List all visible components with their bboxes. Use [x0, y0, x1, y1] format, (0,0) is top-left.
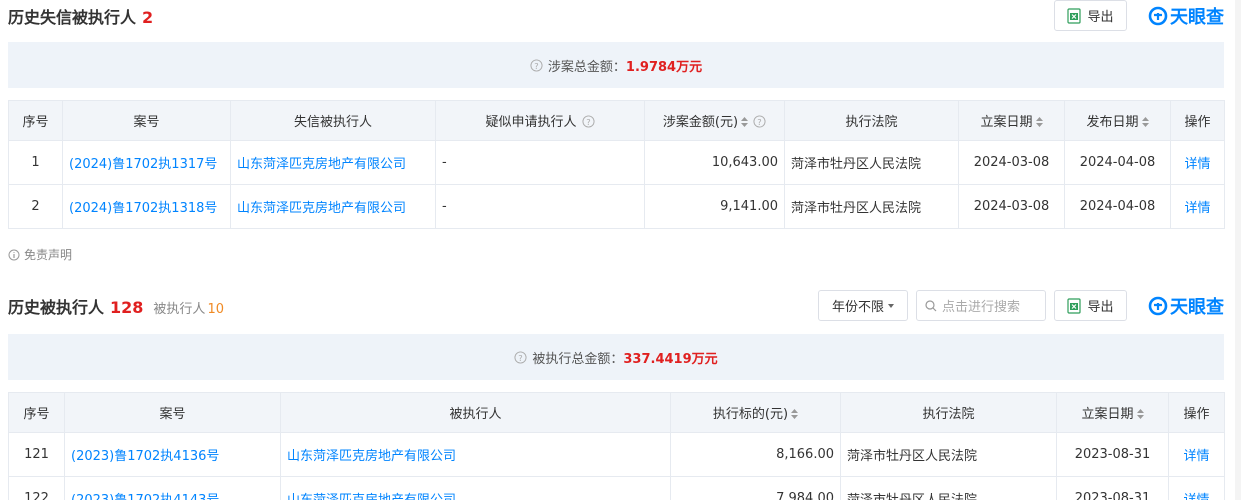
table-header-row: 序号 案号 被执行人 执行标的(元) 执行法院 立案日期 操作 — [8, 392, 1225, 433]
applicant: - — [435, 140, 645, 185]
case-no-link[interactable]: (2023)鲁1702执4136号 — [64, 432, 281, 477]
brand-icon — [1148, 6, 1168, 25]
col-court: 执行法院 — [784, 100, 959, 141]
dishonest-table: 序号 案号 失信被执行人 疑似申请执行人? 涉案金额(元)? 执行法院 立案日期… — [8, 100, 1225, 229]
case-no-link[interactable]: (2024)鲁1702执1317号 — [62, 140, 231, 185]
court: 菏泽市牡丹区人民法院 — [840, 476, 1057, 500]
col-case-no: 案号 — [62, 100, 231, 141]
section-count: 2 — [142, 8, 154, 27]
detail-link[interactable]: 详情 — [1168, 432, 1225, 477]
publish-date: 2024-04-08 — [1064, 140, 1171, 185]
sub-count-label: 被执行人 10 — [153, 302, 224, 317]
filed-date: 2024-03-08 — [958, 184, 1065, 229]
filed-date: 2024-03-08 — [958, 140, 1065, 185]
brand-logo: 天眼查 — [1148, 290, 1224, 321]
svg-text:?: ? — [586, 117, 590, 127]
dishonest-header: 历史失信被执行人 2 导出 天眼查 — [8, 0, 1224, 32]
executed-header: 历史被执行人 128 被执行人 10 年份不限 点击进行搜索 导出 天眼查 — [8, 290, 1224, 322]
search-input[interactable]: 点击进行搜索 — [916, 290, 1046, 321]
question-icon: ? — [514, 350, 527, 364]
table-row: 122 (2023)鲁1702执4143号 山东菏泽匹克房地产有限公司 7,98… — [8, 476, 1225, 500]
amount: 7,984.00 — [670, 476, 841, 500]
total-amount-bar: ? 被执行总金额： 337.4419万元 — [8, 334, 1224, 380]
publish-date: 2024-04-08 — [1064, 184, 1171, 229]
dishonest-section: 历史失信被执行人 2 导出 天眼查 ? 涉案总金额： 1.9784万元 序号 案号 … — [8, 0, 1225, 229]
excel-icon — [1067, 297, 1082, 314]
case-no-link[interactable]: (2024)鲁1702执1318号 — [62, 184, 231, 229]
party-link[interactable]: 山东菏泽匹克房地产有限公司 — [230, 140, 436, 185]
court: 菏泽市牡丹区人民法院 — [784, 140, 959, 185]
sort-icon[interactable] — [1141, 117, 1149, 127]
court: 菏泽市牡丹区人民法院 — [784, 184, 959, 229]
filed-date: 2023-08-31 — [1056, 476, 1169, 500]
col-party: 失信被执行人 — [230, 100, 436, 141]
col-applicant: 疑似申请执行人? — [435, 100, 645, 141]
section-title: 历史被执行人 128 被执行人 10 — [8, 298, 224, 317]
export-button[interactable]: 导出 — [1054, 290, 1127, 321]
question-icon[interactable]: ? — [581, 115, 595, 128]
table-row: 2 (2024)鲁1702执1318号 山东菏泽匹克房地产有限公司 - 9,14… — [8, 184, 1225, 229]
party-link[interactable]: 山东菏泽匹克房地产有限公司 — [230, 184, 436, 229]
svg-text:?: ? — [519, 352, 523, 362]
sort-icon[interactable] — [1136, 409, 1144, 419]
col-filed-date[interactable]: 立案日期 — [1056, 392, 1169, 433]
sort-icon[interactable] — [741, 117, 749, 127]
table-row: 1 (2024)鲁1702执1317号 山东菏泽匹克房地产有限公司 - 10,6… — [8, 140, 1225, 185]
year-select[interactable]: 年份不限 — [818, 290, 908, 321]
detail-link[interactable]: 详情 — [1168, 476, 1225, 500]
col-amount[interactable]: 涉案金额(元)? — [644, 100, 785, 141]
col-index: 序号 — [8, 100, 63, 141]
col-publish-date[interactable]: 发布日期 — [1064, 100, 1171, 141]
col-amount[interactable]: 执行标的(元) — [670, 392, 841, 433]
section-title: 历史失信被执行人 2 — [8, 8, 154, 27]
col-court: 执行法院 — [840, 392, 1057, 433]
party-link[interactable]: 山东菏泽匹克房地产有限公司 — [280, 432, 671, 477]
row-index: 1 — [8, 140, 63, 185]
sort-icon[interactable] — [1035, 117, 1043, 127]
section-count: 128 — [110, 298, 144, 317]
excel-icon — [1067, 7, 1082, 24]
col-party: 被执行人 — [280, 392, 671, 433]
col-action: 操作 — [1168, 392, 1225, 433]
svg-text:?: ? — [534, 60, 538, 70]
question-icon: ? — [530, 58, 543, 72]
search-icon — [925, 299, 937, 311]
court: 菏泽市牡丹区人民法院 — [840, 432, 1057, 477]
col-case-no: 案号 — [64, 392, 281, 433]
executed-section: 历史被执行人 128 被执行人 10 年份不限 点击进行搜索 导出 天眼查 ? 被执行… — [8, 290, 1225, 500]
info-icon — [8, 249, 20, 260]
row-index: 2 — [8, 184, 63, 229]
row-index: 121 — [8, 432, 65, 477]
detail-link[interactable]: 详情 — [1170, 184, 1225, 229]
brand-logo: 天眼查 — [1148, 0, 1224, 31]
export-button[interactable]: 导出 — [1054, 0, 1127, 31]
row-index: 122 — [8, 476, 65, 500]
total-amount-bar: ? 涉案总金额： 1.9784万元 — [8, 42, 1224, 88]
question-icon[interactable]: ? — [753, 115, 766, 128]
amount: 8,166.00 — [670, 432, 841, 477]
chevron-down-icon — [888, 303, 894, 308]
amount: 9,141.00 — [644, 184, 785, 229]
brand-icon — [1148, 296, 1168, 315]
filed-date: 2023-08-31 — [1056, 432, 1169, 477]
col-filed-date[interactable]: 立案日期 — [958, 100, 1065, 141]
table-header-row: 序号 案号 失信被执行人 疑似申请执行人? 涉案金额(元)? 执行法院 立案日期… — [8, 100, 1225, 141]
party-link[interactable]: 山东菏泽匹克房地产有限公司 — [280, 476, 671, 500]
disclaimer-link[interactable]: 免责声明 — [8, 246, 72, 263]
sort-icon[interactable] — [791, 409, 799, 419]
total-amount: 1.9784万元 — [625, 59, 703, 75]
applicant: - — [435, 184, 645, 229]
table-row: 121 (2023)鲁1702执4136号 山东菏泽匹克房地产有限公司 8,16… — [8, 432, 1225, 477]
amount: 10,643.00 — [644, 140, 785, 185]
scrollbar[interactable] — [1235, 0, 1241, 500]
executed-table: 序号 案号 被执行人 执行标的(元) 执行法院 立案日期 操作 121 (202… — [8, 392, 1225, 500]
case-no-link[interactable]: (2023)鲁1702执4143号 — [64, 476, 281, 500]
total-amount: 337.4419万元 — [623, 351, 718, 367]
svg-text:?: ? — [757, 117, 761, 127]
col-index: 序号 — [8, 392, 65, 433]
detail-link[interactable]: 详情 — [1170, 140, 1225, 185]
col-action: 操作 — [1170, 100, 1225, 141]
